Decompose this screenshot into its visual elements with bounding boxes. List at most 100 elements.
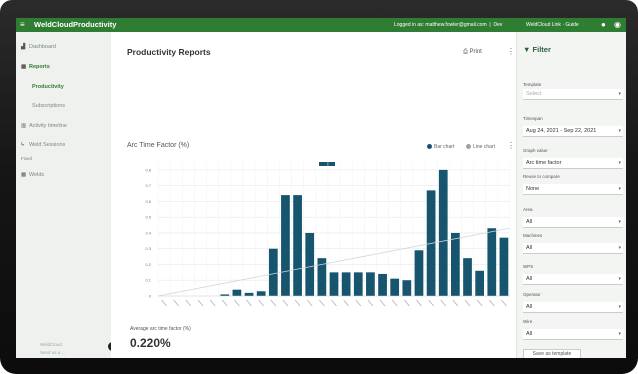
sidebar-item-weld-sessions[interactable]: ϟ Weld Sessions [21,142,65,148]
filter-icon: ▼ [523,45,531,54]
sidebar-item-welds[interactable]: ▩ Welds [21,172,44,178]
filter-select[interactable]: All ▾ [523,217,623,228]
chevron-down-icon: ▾ [618,219,621,225]
sidebar-item-activity-timeline[interactable]: ▥ Activity timeline [21,123,67,129]
chevron-down-icon: ▾ [618,160,621,166]
filter-select-value: Select [526,91,542,97]
page-title: Productivity Reports [127,47,211,57]
x-tick-label [173,299,180,307]
sidebar-footer-brand: WeldCloud [40,342,62,347]
filter-select[interactable]: Aug 24, 2021 - Sep 22, 2021 ▾ [523,126,623,137]
x-tick-label [270,299,277,307]
x-tick-label [452,299,459,307]
x-tick-label [306,299,313,307]
filter-panel: ▼ Filter Template Select ▾ Timespan Aug 24, … [516,32,626,358]
filter-label: WPS [523,264,534,269]
device-bezel: ≡ WeldCloudProductivity Logged in as: ma… [0,0,638,374]
chevron-down-icon: ▾ [618,331,621,337]
bar [366,272,375,296]
x-tick-label [476,299,483,307]
grid-icon: ▩ [21,172,27,178]
bar-chart-option[interactable]: Bar chart [427,144,454,150]
filter-select-value: All [526,304,533,310]
x-tick-label [343,299,349,307]
x-tick-label [501,299,507,307]
sidebar-item-productivity[interactable]: Productivity [32,84,64,90]
timeline-icon: ▥ [21,123,27,129]
bar [438,169,448,296]
filter-select[interactable]: All ▾ [523,302,623,313]
x-tick-label [379,299,386,307]
weldcloud-link[interactable]: WeldCloud Link · Guide [526,22,579,28]
y-tick-label: 0 [149,294,152,299]
x-tick-label [258,299,264,307]
bar [281,195,290,296]
bar [293,195,302,296]
account-icon[interactable]: ◉ [614,20,621,29]
chart-icon: ▟ [21,44,26,50]
line-chart-option[interactable]: Line chart [466,144,495,150]
filter-select[interactable]: None ▾ [523,184,623,195]
filter-select[interactable]: All ▾ [523,243,623,254]
filter-label: Operator [523,292,541,297]
average-value: 0.220% [130,336,171,350]
chevron-down-icon: ▾ [618,128,621,134]
chevron-down-icon: ▾ [618,91,621,97]
sidebar-item-subscriptions[interactable]: Subscriptions [32,103,65,109]
bar [414,250,424,296]
filter-select[interactable]: All ▾ [523,329,623,340]
average-arc-time-card: Average arc time factor (%) 0.220% [127,324,215,354]
bolt-icon: ϟ [21,142,24,148]
legend-swatch [319,162,335,166]
bar [268,248,278,296]
x-tick-label [161,299,167,307]
x-tick-label [331,299,337,307]
top-bar: ≡ WeldCloudProductivity Logged in as: ma… [16,18,626,32]
filter-select[interactable]: Select ▾ [523,89,623,100]
bar [256,291,266,296]
x-tick-label [197,299,204,307]
print-icon: ⎙ [463,49,468,55]
filter-label: Graph value [523,148,548,153]
filter-label: Template [523,82,542,87]
y-tick-label: 0.1 [145,278,151,283]
page-more-icon[interactable]: ⋮ [507,47,515,56]
average-label: Average arc time factor (%) [130,326,191,332]
filter-select[interactable]: All ▾ [523,274,623,285]
filter-label: Area [523,207,533,212]
filter-select-value: All [526,219,533,225]
save-template-button[interactable]: Save as template [523,349,581,358]
sidebar: ▟ Dashboard ▦ Reports Productivity Subscri… [16,32,111,358]
x-tick-label [428,299,434,307]
chevron-down-icon: ▾ [618,186,621,192]
sidebar-footer-link[interactable]: Send us a ... [40,350,65,355]
filter-label: Reuse to compare [523,174,560,179]
filter-select-value: All [526,245,533,251]
chevron-down-icon: ▾ [618,276,621,282]
app-screen: ≡ WeldCloudProductivity Logged in as: ma… [16,18,626,358]
bar [475,270,485,296]
x-tick-label [367,299,374,307]
x-tick-label [294,299,301,307]
bar [402,280,412,296]
main-content: Productivity Reports ⎙ Print ⋮ Arc Time … [111,32,516,358]
x-tick-label [464,299,471,307]
bell-icon[interactable]: ● [601,20,606,29]
bar [244,292,254,296]
filter-select-value: All [526,276,533,282]
sidebar-item-reports[interactable]: ▦ Reports [21,64,50,70]
print-button[interactable]: ⎙ Print [463,49,482,56]
y-tick-label: 0.6 [145,199,151,204]
chevron-down-icon: ▾ [618,245,621,251]
chart-more-icon[interactable]: ⋮ [507,141,515,150]
arc-time-chart: 0 0.1 0.2 0.3 0.4 0.5 0.6 0.7 0.8 [145,162,511,307]
radio-icon [466,144,471,150]
menu-icon[interactable]: ≡ [20,20,25,29]
x-tick-label [488,299,495,307]
x-tick-label [416,299,422,307]
bar [451,232,460,296]
filter-select[interactable]: Arc time factor ▾ [523,158,623,169]
app-brand[interactable]: WeldCloudProductivity [34,20,116,29]
sidebar-item-dashboard[interactable]: ▟ Dashboard [21,44,56,50]
y-tick-label: 0.8 [145,167,151,172]
